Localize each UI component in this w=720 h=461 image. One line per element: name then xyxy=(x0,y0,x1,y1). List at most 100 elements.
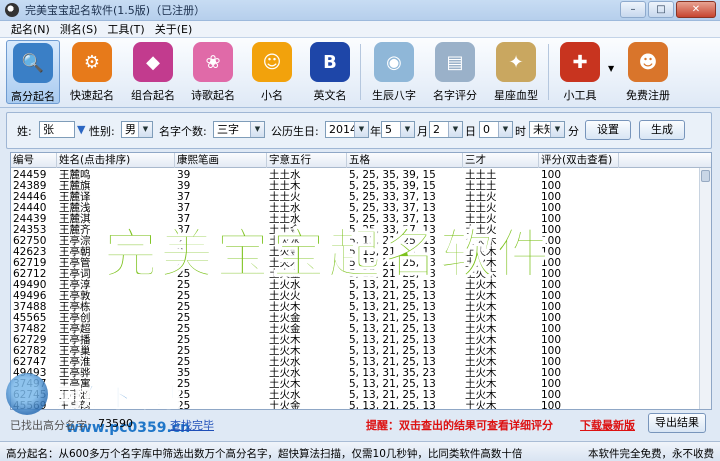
toolbar-separator xyxy=(360,44,361,100)
gear-icon: ⚙ xyxy=(72,42,112,82)
table-cell: 土火木 xyxy=(465,400,497,410)
month-select[interactable]: 5 ▼ xyxy=(381,121,415,138)
menu-tools[interactable]: 工具(T) xyxy=(102,21,149,37)
gender-select[interactable]: 男 ▼ xyxy=(121,121,153,138)
toolbar-label: 小工具 xyxy=(563,89,597,102)
table-cell: 土火金 xyxy=(269,400,301,410)
surname-dropdown-icon[interactable]: ▼ xyxy=(77,123,85,136)
generate-button[interactable]: 生成 xyxy=(639,120,685,140)
download-latest-link[interactable]: 下载最新版 xyxy=(580,417,635,433)
scrollbar-thumb[interactable] xyxy=(701,170,710,182)
close-button[interactable]: ✕ xyxy=(676,1,716,18)
toolbar-blocks-button[interactable]: ◆ 组合起名 xyxy=(126,40,180,104)
toolbar-clock-button[interactable]: ◉ 生辰八字 xyxy=(366,40,422,104)
vertical-scrollbar[interactable] xyxy=(699,168,711,409)
year-value: 2014 xyxy=(329,123,357,136)
day-select[interactable]: 2 ▼ xyxy=(429,121,463,138)
table-header: 编号 姓名(点击排序) 康熙笔画 字意五行 五格 三才 评分(双击查看) xyxy=(11,153,711,168)
chevron-down-icon: ▼ xyxy=(354,122,368,137)
toolbar-magnifier-button[interactable]: 🔍 高分起名 xyxy=(6,40,60,104)
software-watermark: 完美宝宝起名软件 xyxy=(103,223,552,286)
site-logo-icon xyxy=(6,373,48,415)
toolbar-letter-b-button[interactable]: B 英文名 xyxy=(304,40,356,104)
found-count: 73590 xyxy=(98,417,133,430)
gender-label: 性别: xyxy=(89,125,115,138)
clock-icon: ◉ xyxy=(374,42,414,82)
surname-input[interactable]: 张 xyxy=(39,121,75,138)
toolbar-toolbox-button[interactable]: ✚ 小工具 xyxy=(552,40,608,104)
main-toolbar: 🔍 高分起名 ⚙ 快速起名 ◆ 组合起名 ❀ 诗歌起名 ☺ 小名 B 英文名 ◉ 生辰八字 ▤ 名字评分 ✦ 星座… xyxy=(0,38,720,108)
minimize-button[interactable]: – xyxy=(620,1,646,18)
toolbar-sun-face-button[interactable]: ☺ 小名 xyxy=(246,40,298,104)
found-label: 已找出高分名字: xyxy=(10,419,91,432)
day-value: 2 xyxy=(433,123,440,136)
menu-naming[interactable]: 起名(N) xyxy=(6,21,55,37)
status-description: 高分起名：从600多万个名字库中筛选出数万个高分名字，超快算法扫描，仅需10几秒… xyxy=(6,448,523,460)
toolbar-label: 高分起名 xyxy=(11,90,55,103)
chevron-down-icon: ▼ xyxy=(400,122,414,137)
site-name: 河东下载站 xyxy=(55,383,182,413)
year-unit: 年 xyxy=(370,125,381,138)
toolbar-avatar-button[interactable]: ☻ 免费注册 xyxy=(618,40,678,104)
birthday-label: 公历生日: xyxy=(271,125,319,138)
toolbar-label: 生辰八字 xyxy=(372,89,416,102)
column-header[interactable]: 五格 xyxy=(347,153,463,168)
window-title: 完美宝宝起名软件(1.5版)（已注册） xyxy=(25,4,206,17)
chevron-down-icon: ▼ xyxy=(250,122,264,137)
hour-select[interactable]: 0 ▼ xyxy=(479,121,513,138)
toolbox-icon: ✚ xyxy=(560,42,600,82)
surname-label: 姓: xyxy=(17,125,32,138)
column-header[interactable]: 康熙笔画 xyxy=(175,153,267,168)
day-unit: 日 xyxy=(465,125,476,138)
toolbar-separator xyxy=(548,44,549,100)
toolbar-angel-card-button[interactable]: ✦ 星座血型 xyxy=(488,40,544,104)
column-header[interactable]: 编号 xyxy=(11,153,57,168)
column-header[interactable]: 评分(双击查看) xyxy=(539,153,619,168)
month-value: 5 xyxy=(385,123,392,136)
tools-dropdown-icon[interactable]: ▼ xyxy=(608,64,614,73)
toolbar-label: 星座血型 xyxy=(494,89,538,102)
column-header[interactable]: 姓名(点击排序) xyxy=(57,153,175,168)
status-free-notice: 本软件完全免费，永不收费 xyxy=(588,448,714,460)
gender-value: 男 xyxy=(125,123,136,136)
toolbar-gear-button[interactable]: ⚙ 快速起名 xyxy=(66,40,118,104)
maximize-button[interactable]: □ xyxy=(648,1,674,18)
name-count-select[interactable]: 三字 ▼ xyxy=(213,121,265,138)
status-bar: 高分起名：从600多万个名字库中筛选出数万个高分名字，超快算法扫描，仅需10几秒… xyxy=(0,441,720,461)
toolbar-label: 免费注册 xyxy=(626,89,670,102)
tip-text: 提醒：双击查出的结果可查看详细评分 xyxy=(366,419,553,432)
id-card-icon: ▤ xyxy=(435,42,475,82)
toolbar-id-card-button[interactable]: ▤ 名字评分 xyxy=(428,40,482,104)
chevron-down-icon: ▼ xyxy=(498,122,512,137)
toolbar-label: 诗歌起名 xyxy=(191,89,235,102)
hour-value: 0 xyxy=(483,123,490,136)
chevron-down-icon: ▼ xyxy=(550,122,564,137)
year-select[interactable]: 2014 ▼ xyxy=(325,121,369,138)
sun-face-icon: ☺ xyxy=(252,42,292,82)
settings-button[interactable]: 设置 xyxy=(585,120,631,140)
yin-yang-app-icon xyxy=(5,3,19,17)
name-count-value: 三字 xyxy=(217,123,239,136)
toolbar-label: 英文名 xyxy=(313,89,347,102)
result-summary-bar: 已找出高分名字: 73590 查找完毕 提醒：双击查出的结果可查看详细评分 下载… xyxy=(6,411,712,436)
column-header[interactable]: 字意五行 xyxy=(267,153,347,168)
toolbar-butterfly-button[interactable]: ❀ 诗歌起名 xyxy=(186,40,240,104)
avatar-icon: ☻ xyxy=(628,42,668,82)
menu-test-name[interactable]: 测名(S) xyxy=(55,21,103,37)
toolbar-label: 快速起名 xyxy=(70,89,114,102)
menu-bar: 起名(N) 测名(S) 工具(T) 关于(E) xyxy=(0,21,720,38)
menu-about[interactable]: 关于(E) xyxy=(150,21,198,37)
export-results-button[interactable]: 导出结果 xyxy=(648,413,706,433)
window-controls: – □ ✕ xyxy=(620,1,716,18)
table-cell: 25 xyxy=(177,400,191,410)
column-header[interactable]: 三才 xyxy=(463,153,539,168)
angel-card-icon: ✦ xyxy=(496,42,536,82)
table-cell: 100 xyxy=(541,400,562,410)
butterfly-icon: ❀ xyxy=(193,42,233,82)
minute-select[interactable]: 未知 ▼ xyxy=(529,121,565,138)
magnifier-icon: 🔍 xyxy=(13,43,53,83)
blocks-icon: ◆ xyxy=(133,42,173,82)
title-bar: 完美宝宝起名软件(1.5版)（已注册） – □ ✕ xyxy=(0,0,720,21)
toolbar-label: 名字评分 xyxy=(433,89,477,102)
toolbar-label: 小名 xyxy=(261,89,283,102)
